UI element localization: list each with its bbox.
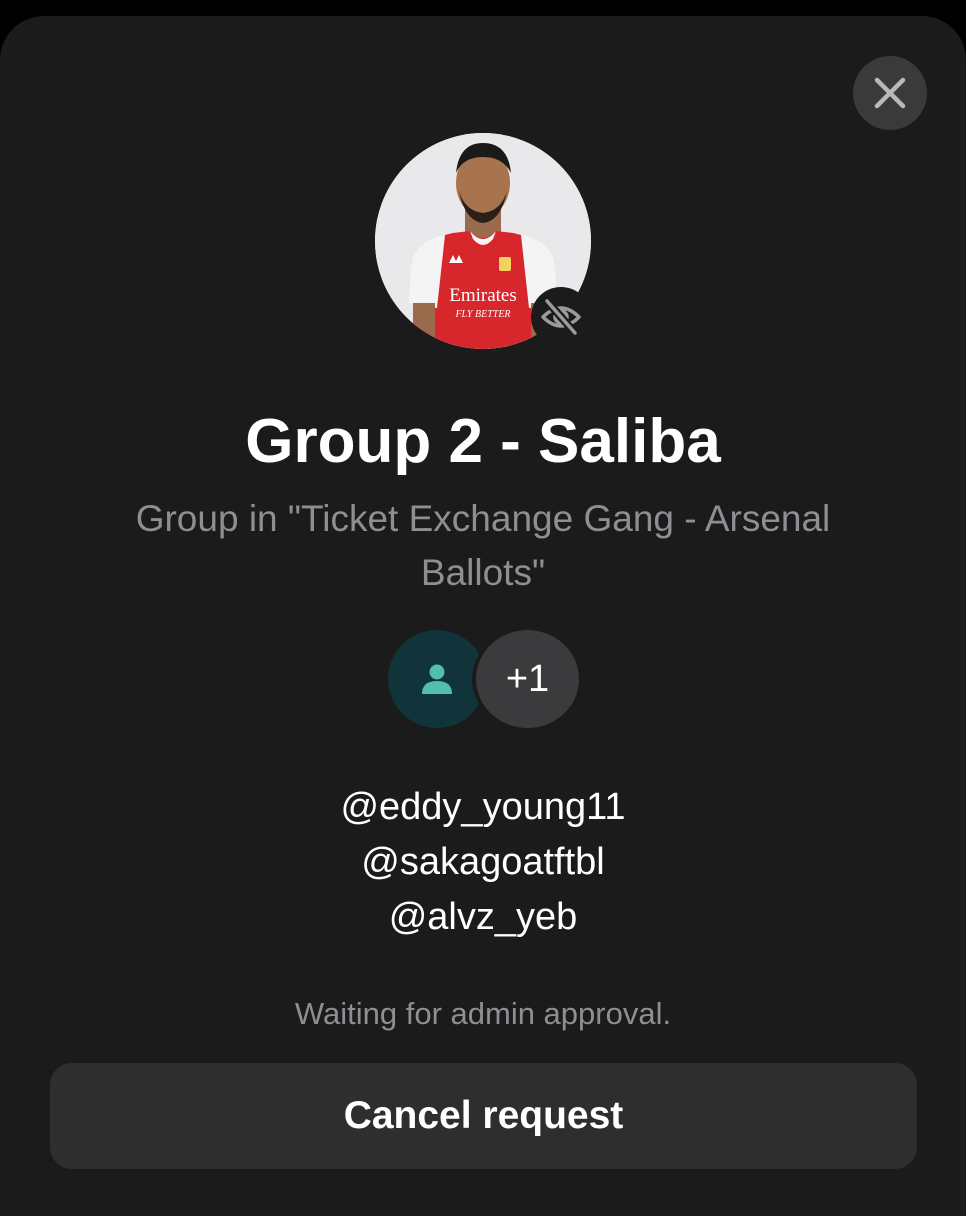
shirt-sponsor-text: Emirates bbox=[449, 285, 517, 306]
member-handle-list: @eddy_young11 @sakagoatftbl @alvz_yeb bbox=[0, 780, 966, 945]
member-handle: @sakagoatftbl bbox=[361, 841, 605, 883]
approval-status-text: Waiting for admin approval. bbox=[294, 996, 672, 1031]
close-button[interactable] bbox=[853, 56, 927, 130]
eye-off-icon bbox=[541, 297, 581, 337]
shirt-tagline-text: FLY BETTER bbox=[454, 309, 510, 320]
close-icon bbox=[874, 77, 906, 109]
member-handle: @eddy_young11 bbox=[340, 786, 626, 828]
member-handle: @alvz_yeb bbox=[388, 896, 578, 938]
group-avatar-container: Emirates FLY BETTER bbox=[375, 133, 591, 349]
group-subtitle: Group in "Ticket Exchange Gang - Arsenal… bbox=[135, 498, 831, 593]
person-icon bbox=[422, 664, 452, 694]
more-members-badge[interactable]: +1 bbox=[476, 630, 579, 728]
cancel-request-button[interactable]: Cancel request bbox=[50, 1063, 917, 1169]
group-title: Group 2 - Saliba bbox=[245, 407, 721, 476]
hidden-visibility-badge bbox=[531, 287, 591, 347]
member-avatar[interactable] bbox=[388, 630, 486, 728]
